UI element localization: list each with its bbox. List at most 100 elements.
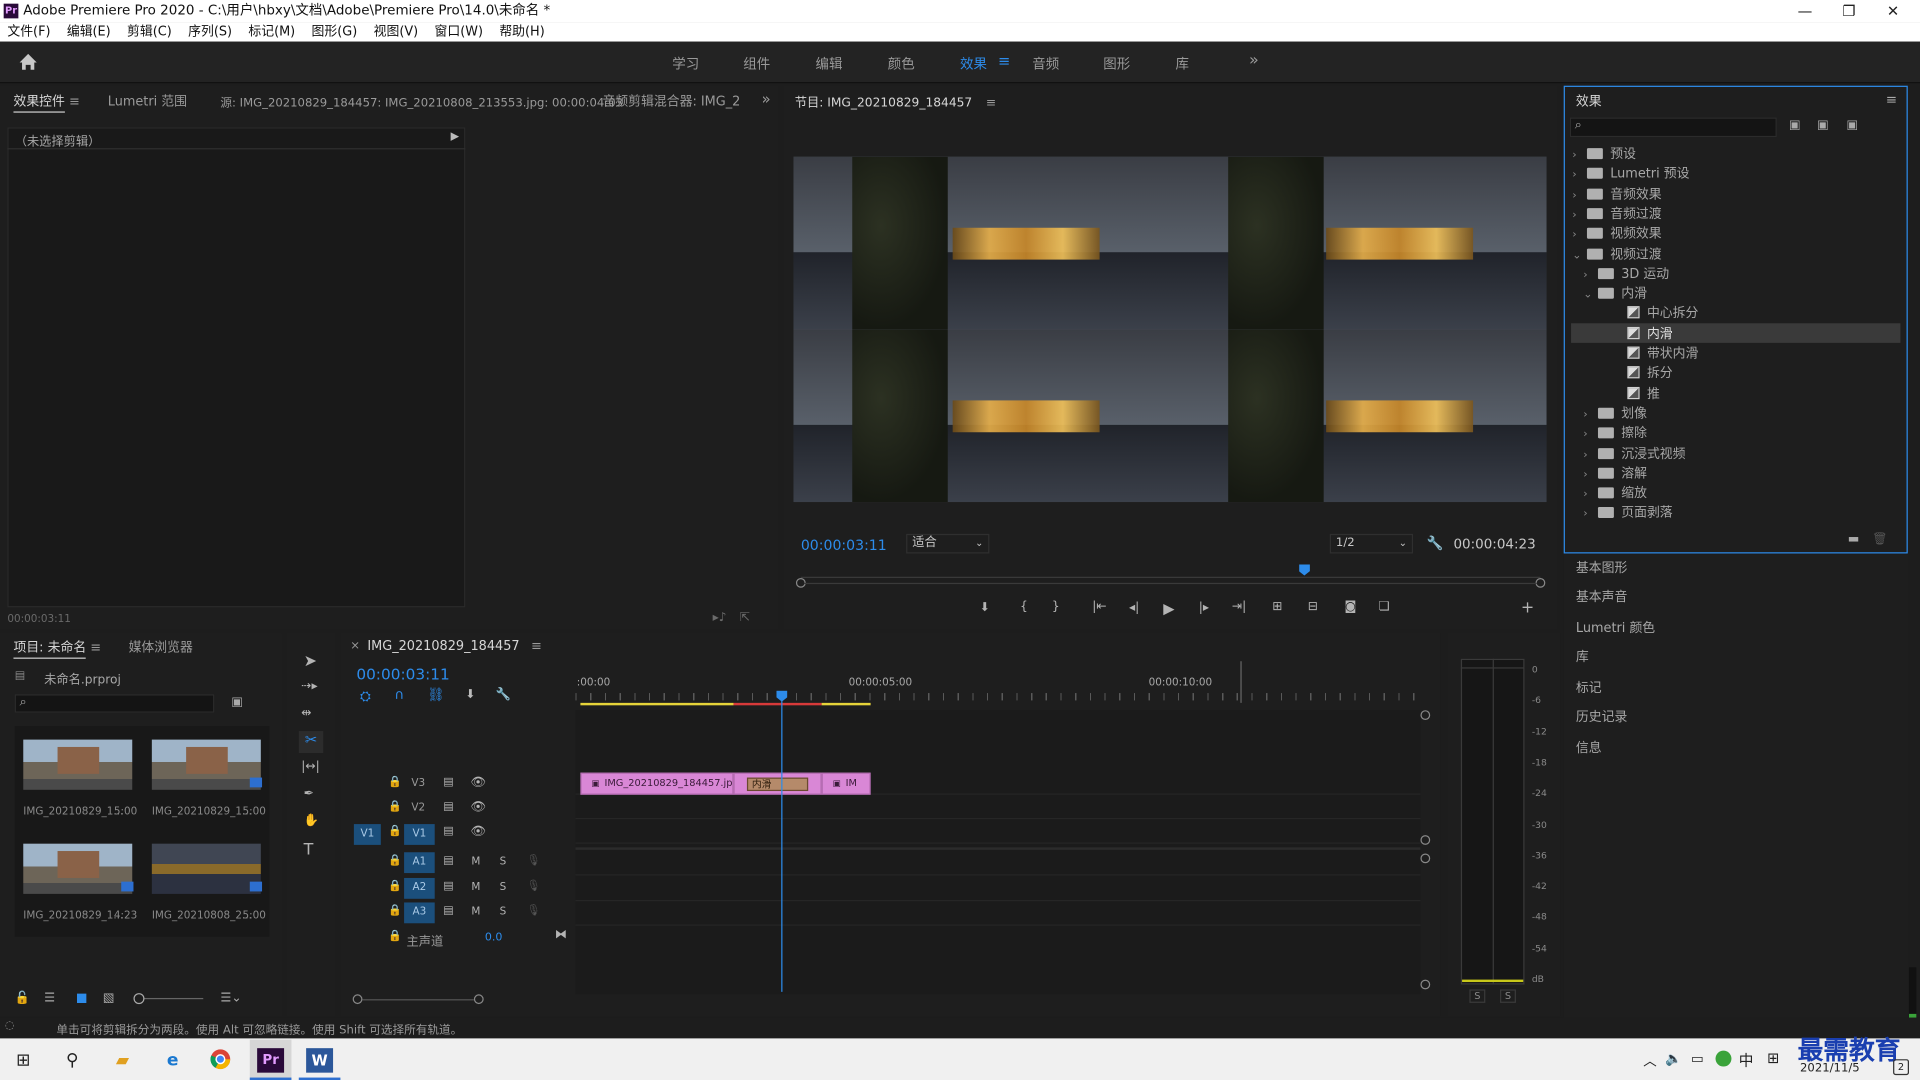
chevron-right-icon[interactable]: ›: [1583, 489, 1598, 501]
network-icon[interactable]: ▭: [1691, 1051, 1704, 1067]
chevron-right-icon[interactable]: ›: [1572, 149, 1587, 161]
track-select-tool-icon[interactable]: ⇢▸: [301, 680, 317, 693]
panel-libraries[interactable]: 库: [1576, 648, 1589, 666]
mute-button[interactable]: M: [471, 882, 480, 894]
sync-lock-icon[interactable]: ▤: [443, 776, 453, 788]
ime-language[interactable]: 中: [1739, 1049, 1754, 1070]
file-explorer-icon[interactable]: ▰: [109, 1048, 136, 1072]
chevron-right-icon[interactable]: ›: [1572, 169, 1587, 181]
yuv-effects-icon[interactable]: ▣: [1847, 119, 1859, 132]
razor-tool-icon[interactable]: ✂: [298, 731, 324, 754]
effects-tree-item[interactable]: › 音频效果: [1572, 184, 1661, 202]
project-thumbnail[interactable]: [23, 843, 133, 894]
snap-magnet-icon[interactable]: ∩: [394, 687, 404, 703]
effects-tree-item[interactable]: › 音频过渡: [1572, 204, 1661, 222]
chevron-right-icon[interactable]: ›: [1583, 449, 1598, 461]
mark-in-icon[interactable]: {: [1020, 600, 1028, 613]
workspace-assembly[interactable]: 组件: [743, 54, 770, 74]
workspace-libraries[interactable]: 库: [1176, 54, 1189, 74]
timeline-timecode[interactable]: 00:00:03:11: [356, 665, 449, 683]
pen-tool-icon[interactable]: ✒: [304, 787, 314, 800]
track-lock-icon[interactable]: 🔒: [388, 905, 402, 917]
panel-lumetri-color[interactable]: Lumetri 颜色: [1576, 618, 1655, 636]
track-lock-icon[interactable]: 🔒: [388, 855, 402, 867]
effects-tree-item[interactable]: › 溶解: [1583, 464, 1647, 482]
track-target-a3[interactable]: A3: [404, 902, 435, 924]
effects-tree-item[interactable]: › 视频效果: [1572, 224, 1661, 242]
sort-icon[interactable]: ☰⌄: [220, 992, 241, 1005]
effects-tree-item[interactable]: ⌄ 内滑: [1583, 284, 1647, 302]
track-target-v2[interactable]: V2: [411, 802, 425, 814]
volume-icon[interactable]: 🔈: [1665, 1051, 1682, 1067]
play-icon[interactable]: ▶: [1163, 600, 1174, 617]
solo-right-button[interactable]: S: [1500, 989, 1517, 1003]
tab-effect-controls[interactable]: 效果控件 ≡: [13, 92, 80, 113]
chevron-down-icon[interactable]: ⌄: [1583, 289, 1598, 301]
sync-lock-icon[interactable]: ▤: [443, 880, 453, 892]
effects-tree-item[interactable]: › 缩放: [1583, 484, 1647, 502]
scrub-end-handle[interactable]: [1535, 577, 1546, 588]
menu-graphics[interactable]: 图形(G): [312, 24, 358, 39]
hand-tool-icon[interactable]: ✋: [304, 814, 319, 827]
accelerated-effects-icon[interactable]: ▣: [1789, 119, 1801, 132]
solo-button[interactable]: S: [500, 856, 507, 868]
project-thumbnail[interactable]: [151, 739, 261, 790]
menu-window[interactable]: 窗口(W): [435, 24, 483, 39]
track-area[interactable]: [575, 710, 1421, 995]
ime-mode-icon[interactable]: ⊞: [1767, 1049, 1779, 1066]
menu-edit[interactable]: 编辑(E): [67, 24, 111, 39]
type-tool-icon[interactable]: T: [304, 841, 314, 859]
selection-tool-icon[interactable]: ➤: [304, 653, 317, 671]
effects-tree-item[interactable]: › 划像: [1583, 404, 1647, 422]
track-target-a1[interactable]: A1: [404, 852, 435, 874]
panel-info[interactable]: 信息: [1576, 738, 1602, 756]
sync-lock-icon[interactable]: ▤: [443, 825, 453, 837]
close-button[interactable]: ✕: [1871, 0, 1915, 22]
add-marker-icon[interactable]: ⬇: [980, 601, 990, 614]
effects-tree-item[interactable]: › 页面剥落: [1583, 504, 1672, 522]
effects-tree-item[interactable]: › 擦除: [1583, 424, 1647, 442]
home-icon[interactable]: [18, 53, 38, 71]
go-to-in-icon[interactable]: |⇤: [1092, 600, 1106, 613]
filter-audio-icon[interactable]: ▸♪: [713, 611, 727, 624]
workspace-color[interactable]: 颜色: [888, 54, 915, 74]
track-target-v1[interactable]: V1: [404, 824, 435, 845]
track-lock-icon[interactable]: 🔒: [388, 931, 402, 943]
track-target-v3[interactable]: V3: [411, 778, 425, 790]
menu-view[interactable]: 视图(V): [374, 24, 419, 39]
go-to-out-icon[interactable]: ⇥|: [1232, 600, 1246, 613]
track-lock-icon[interactable]: 🔒: [388, 825, 402, 837]
effects-tree-item[interactable]: › 3D 运动: [1583, 264, 1669, 282]
source-patch-v1[interactable]: V1: [353, 824, 381, 845]
h-scroll-handle-left[interactable]: [352, 994, 363, 1005]
timeline-clip-1[interactable]: ▣ IMG_20210829_184457.jpg: [580, 772, 734, 795]
panel-essential-sound[interactable]: 基本声音: [1576, 588, 1627, 606]
zoom-slider-handle[interactable]: [133, 993, 145, 1005]
sync-lock-icon[interactable]: ▤: [443, 905, 453, 917]
slip-tool-icon[interactable]: |↔|: [301, 760, 320, 773]
settings-wrench-icon[interactable]: 🔧: [1427, 535, 1444, 551]
voice-over-mic-icon[interactable]: 🎙: [527, 855, 541, 867]
effects-panel-menu-icon[interactable]: ≡: [1886, 92, 1897, 108]
timeline-ruler[interactable]: [575, 693, 1421, 701]
chevron-right-icon[interactable]: ›: [1572, 189, 1587, 201]
linked-selection-icon[interactable]: ⛓: [427, 687, 444, 703]
voice-over-mic-icon[interactable]: 🎙: [527, 880, 541, 892]
effects-tree-item[interactable]: 拆分: [1594, 364, 1673, 382]
project-thumbnail[interactable]: [23, 739, 133, 790]
effects-tree-item[interactable]: 中心拆分: [1594, 304, 1698, 322]
project-thumbnail[interactable]: [151, 843, 261, 894]
workspace-learn[interactable]: 学习: [672, 54, 699, 74]
chevron-right-icon[interactable]: ›: [1583, 269, 1598, 281]
fit-zoom-select[interactable]: 适合 ⌄: [906, 533, 990, 554]
freeform-view-icon[interactable]: ▧: [103, 992, 115, 1005]
export-icon[interactable]: ⇱: [740, 611, 750, 624]
tab-source[interactable]: 源: IMG_20210829_184457: IMG_20210808_213…: [220, 93, 623, 110]
chevron-down-icon[interactable]: ⌄: [1572, 249, 1587, 261]
effects-tree-item[interactable]: › Lumetri 预设: [1572, 164, 1689, 182]
menu-marker[interactable]: 标记(M): [248, 24, 295, 39]
minimize-button[interactable]: —: [1783, 0, 1827, 22]
taskbar-search-icon[interactable]: ⚲: [59, 1048, 86, 1072]
chrome-icon[interactable]: [207, 1048, 234, 1072]
word-taskbar-icon[interactable]: W: [306, 1048, 334, 1073]
